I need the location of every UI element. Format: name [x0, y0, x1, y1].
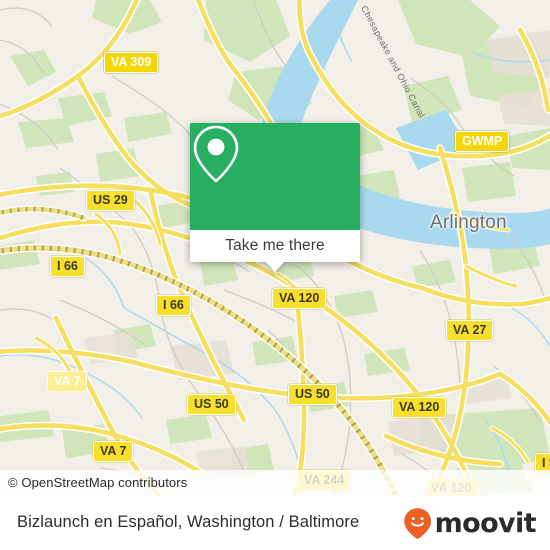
location-popup-card[interactable]: Take me there: [190, 123, 360, 272]
road-shield: I 66: [50, 256, 85, 277]
page-footer: Bizlaunch en Español, Washington / Balti…: [0, 496, 550, 550]
road-shield: VA 309: [104, 52, 159, 73]
road-shield: VA 120: [272, 288, 327, 309]
road-shield: US 50: [187, 394, 236, 415]
road-shield: US 29: [86, 190, 135, 211]
moovit-smiley-pin-icon: [403, 508, 431, 539]
map-attribution-bar: © OpenStreetMap contributors: [0, 470, 550, 496]
road-shield: VA 120: [392, 397, 447, 418]
moovit-wordmark: moovit: [434, 508, 537, 539]
osm-attribution-text[interactable]: © OpenStreetMap contributors: [8, 475, 187, 490]
road-shield: VA 7: [47, 371, 88, 392]
road-shield: VA 27: [446, 320, 494, 341]
moovit-logo[interactable]: moovit: [403, 507, 537, 540]
road-shield: US 50: [288, 384, 337, 405]
location-title: Bizlaunch en Español, Washington / Balti…: [17, 513, 360, 531]
popup-header: [190, 123, 360, 230]
place-label: Arlington: [430, 212, 507, 233]
take-me-there-label: Take me there: [225, 237, 325, 254]
road-shield: GWMP: [455, 131, 510, 152]
popup-tail: [266, 262, 284, 272]
map-screenshot: Arlington Chesapeake and Ohio Canal VA 3…: [0, 0, 550, 550]
popup-action-row[interactable]: Take me there: [190, 230, 360, 262]
road-shield: VA 7: [93, 441, 134, 462]
location-pin-icon: [193, 125, 239, 183]
map-canvas[interactable]: Arlington Chesapeake and Ohio Canal VA 3…: [0, 0, 550, 496]
road-shield: I 66: [156, 295, 191, 316]
